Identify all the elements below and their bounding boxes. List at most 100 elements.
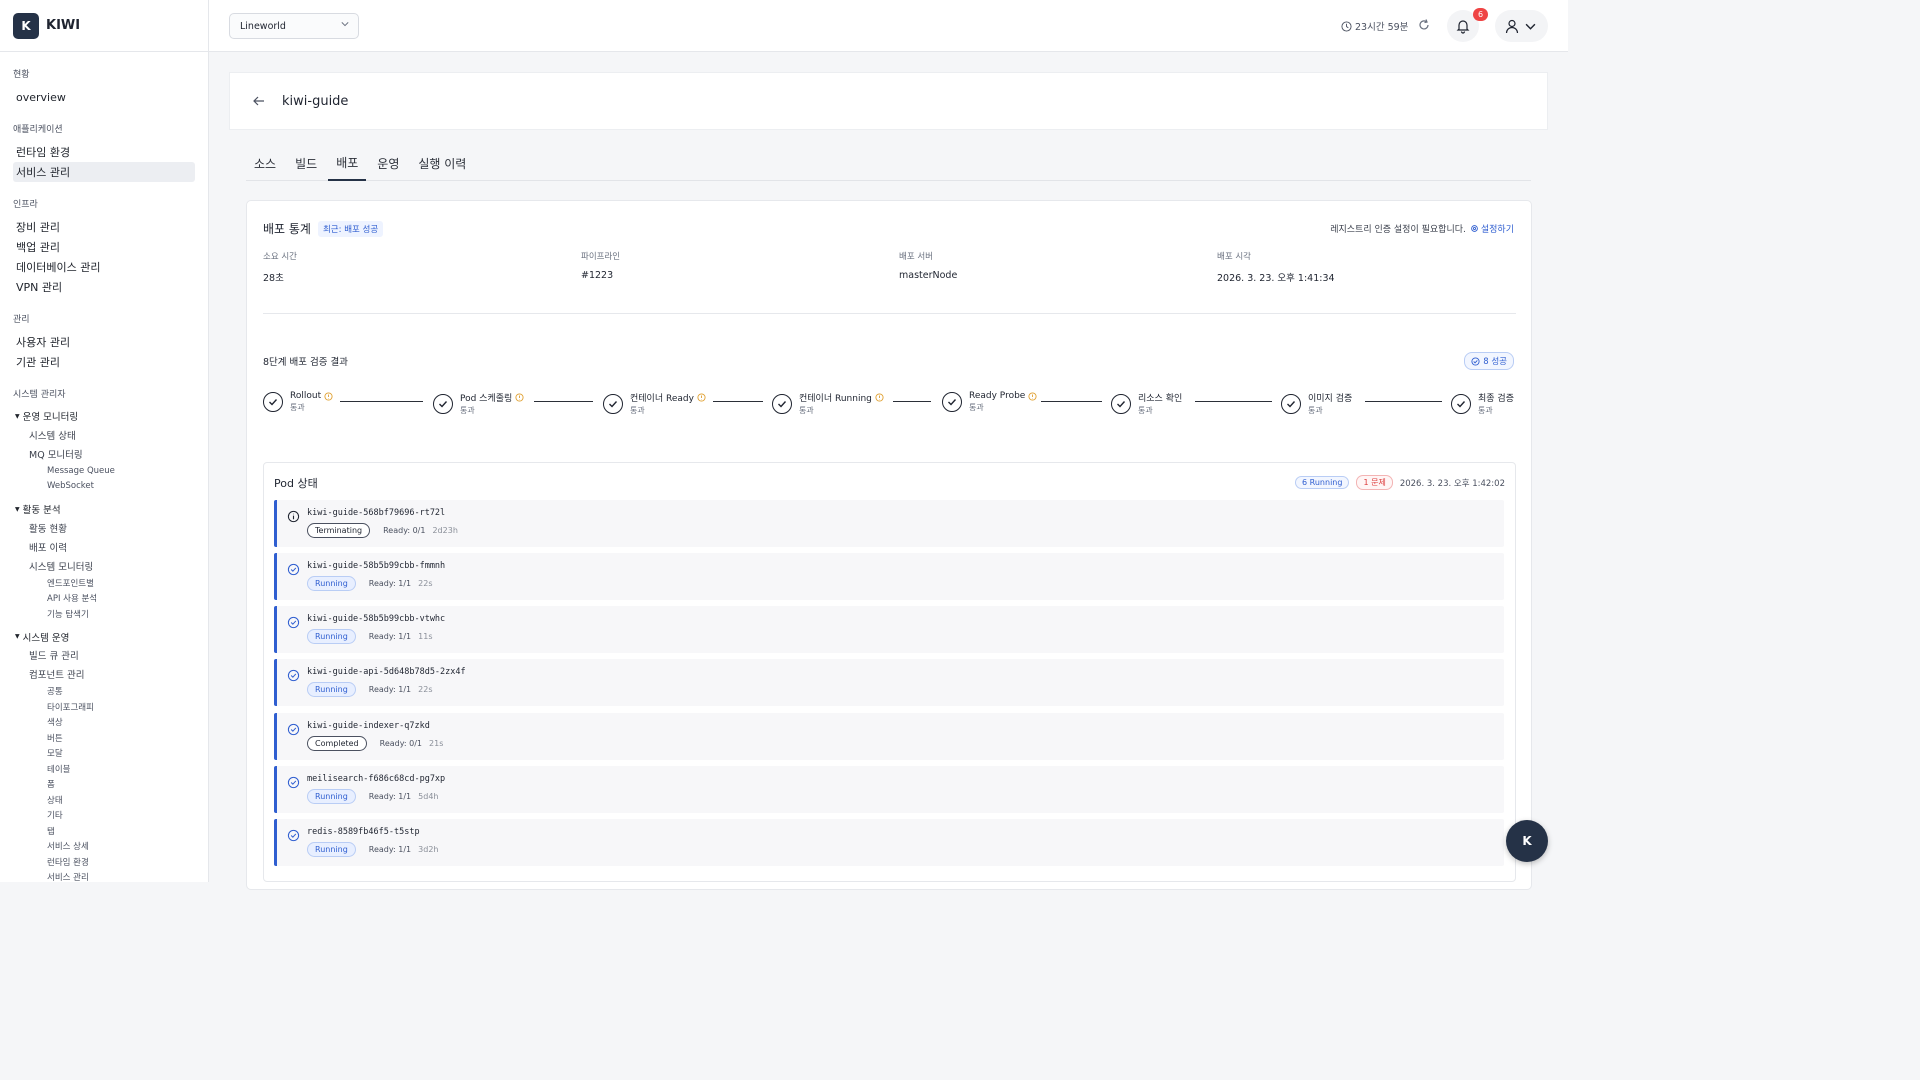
- warning-icon: [1028, 391, 1037, 401]
- sidebar-item-message-queue[interactable]: Message Queue: [0, 463, 208, 479]
- sidebar-item-backup[interactable]: 백업 관리: [13, 237, 195, 257]
- sidebar-item-component[interactable]: 공통: [0, 684, 208, 700]
- stat-deploy-server: 배포 서버 masterNode: [899, 250, 957, 281]
- stage-status: 통과: [290, 403, 305, 412]
- sidebar-section-system-ops[interactable]: ▼ 시스템 운영: [0, 628, 208, 646]
- brand[interactable]: K KIWI: [0, 0, 208, 52]
- sidebar-item-service-management[interactable]: 서비스 관리: [13, 162, 195, 182]
- recent-status-badge: 최근: 배포 성공: [317, 220, 384, 237]
- sidebar-item-component[interactable]: 기타: [0, 808, 208, 824]
- pod-ready: Ready: 1/1: [368, 685, 412, 694]
- sidebar-item-component[interactable]: 버튼: [0, 730, 208, 746]
- sidebar-item-websocket[interactable]: WebSocket: [0, 479, 208, 495]
- stage-status: 통과: [1138, 406, 1153, 415]
- page-header: kiwi-guide: [229, 72, 1548, 130]
- refresh-icon[interactable]: [1417, 18, 1431, 32]
- stage-connector: [1041, 401, 1102, 402]
- workspace-select[interactable]: Lineworld: [229, 13, 359, 39]
- stage-name: 리소스 확인: [1138, 391, 1182, 404]
- pod-row[interactable]: kiwi-guide-api-5d648b78d5-2zx4f Running …: [274, 659, 1504, 706]
- info-icon: [287, 510, 300, 523]
- stage-name: 이미지 검증: [1308, 391, 1352, 404]
- pod-row[interactable]: kiwi-guide-indexer-q7zkd Completed Ready…: [274, 713, 1504, 760]
- topbar: Lineworld 23시간 59분 6: [209, 0, 1568, 52]
- warning-icon: [697, 393, 706, 402]
- sidebar-item-deploy-history[interactable]: 배포 이력: [0, 537, 208, 556]
- session-time: 23시간 59분: [1355, 22, 1409, 33]
- stat-label: 파이프라인: [581, 252, 621, 262]
- pod-age: 22s: [418, 579, 433, 588]
- sidebar-item-vpn[interactable]: VPN 관리: [13, 277, 195, 297]
- stage-status: 통과: [630, 406, 645, 415]
- sidebar-item-component[interactable]: 색상: [0, 715, 208, 731]
- sidebar-item-mq-monitoring[interactable]: MQ 모니터링: [0, 444, 208, 463]
- sidebar-item-runtime[interactable]: 런타임 환경: [13, 142, 195, 162]
- pod-row[interactable]: kiwi-guide-568bf79696-rt72l Terminating …: [274, 500, 1504, 547]
- sidebar-item-organizations[interactable]: 기관 관리: [13, 352, 195, 372]
- user-icon: [1505, 19, 1519, 34]
- pod-age: 11s: [418, 632, 433, 641]
- check-circle-icon: [1471, 356, 1480, 366]
- stage-text: Ready Probe 통과: [969, 391, 1037, 413]
- pod-ready: Ready: 0/1: [379, 739, 423, 748]
- deploy-card: 배포 통계 최근: 배포 성공 레지스트리 인증 설정이 필요합니다. 설정하기…: [246, 200, 1532, 890]
- stat-value: masterNode: [899, 270, 958, 281]
- sidebar-item-per-endpoint[interactable]: 엔드포인트별: [0, 575, 208, 591]
- sidebar-item-component[interactable]: 테이블: [0, 761, 208, 777]
- stat-value: #1223: [581, 270, 614, 281]
- tab-deploy[interactable]: 배포: [328, 146, 367, 181]
- pod-meta: Completed Ready: 0/1 21s: [307, 736, 443, 751]
- sidebar-item-component-mgmt[interactable]: 컴포넌트 관리: [0, 665, 208, 684]
- stage-text: 컨테이너 Running 통과: [799, 391, 884, 416]
- sidebar-item-users[interactable]: 사용자 관리: [13, 332, 195, 352]
- sidebar-item-system-status[interactable]: 시스템 상태: [0, 425, 208, 444]
- stage-step: Ready Probe 통과: [942, 391, 1037, 413]
- sidebar-item-database[interactable]: 데이터베이스 관리: [13, 257, 195, 277]
- sidebar-item-equipment[interactable]: 장비 관리: [13, 217, 195, 237]
- sidebar-item-api-usage[interactable]: API 사용 분석: [0, 591, 208, 607]
- tab-source[interactable]: 소스: [246, 146, 284, 181]
- sidebar-item-component[interactable]: 타이포그래피: [0, 699, 208, 715]
- sidebar-item-overview[interactable]: overview: [13, 87, 195, 107]
- workspace-value: Lineworld: [240, 20, 286, 32]
- sidebar-section-activity-analysis[interactable]: ▼ 활동 분석: [0, 500, 208, 518]
- nav-group-title: 현황: [13, 70, 30, 80]
- check-circle-icon: [433, 393, 453, 414]
- stage-step: 컨테이너 Running 통과: [772, 391, 884, 416]
- stage-connector: [340, 401, 423, 402]
- sidebar-item-component[interactable]: 모달: [0, 746, 208, 762]
- pod-name: kiwi-guide-568bf79696-rt72l: [307, 508, 446, 518]
- pod-row[interactable]: kiwi-guide-58b5b99cbb-fmmnh Running Read…: [274, 553, 1504, 600]
- user-menu[interactable]: [1495, 10, 1548, 42]
- warning-icon: [875, 393, 884, 402]
- stage-connector: [713, 401, 763, 402]
- sidebar-item-feature-explorer[interactable]: 기능 탐색기: [0, 606, 208, 622]
- stat-label: 소요 시간: [263, 252, 297, 262]
- success-count: 8 성공: [1483, 357, 1507, 367]
- sidebar-section-ops-monitoring[interactable]: ▼ 운영 모니터링: [0, 407, 208, 425]
- sidebar-item-component[interactable]: 상태: [0, 792, 208, 808]
- registry-settings-link[interactable]: 설정하기: [1470, 222, 1514, 235]
- sidebar-item-system-monitoring[interactable]: 시스템 모니터링: [0, 556, 208, 575]
- tab-build[interactable]: 빌드: [287, 146, 325, 181]
- pod-status-card: Pod 상태 6 Running 1 문제 2026. 3. 23. 오후 1:…: [263, 462, 1516, 882]
- sidebar-item-build-queue[interactable]: 빌드 큐 관리: [0, 646, 208, 665]
- issue-count-badge: 1 문제: [1356, 475, 1393, 490]
- stages-title: 8단계 배포 검증 결과: [263, 357, 349, 368]
- pod-row[interactable]: redis-8589fb46f5-t5stp Running Ready: 1/…: [274, 819, 1504, 866]
- pod-row[interactable]: meilisearch-f686c68cd-pg7xp Running Read…: [274, 766, 1504, 813]
- stage-label: 리소스 확인: [1138, 394, 1183, 404]
- sidebar-item-component[interactable]: 서비스 상세: [0, 839, 208, 855]
- assistant-fab-button[interactable]: K: [1506, 820, 1548, 862]
- stage-name: Pod 스케줄링: [460, 391, 524, 404]
- pod-meta: Terminating Ready: 0/1 2d23h: [307, 523, 458, 538]
- pod-row[interactable]: kiwi-guide-58b5b99cbb-vtwhc Running Read…: [274, 606, 1504, 653]
- sidebar-item-component[interactable]: 폼: [0, 777, 208, 793]
- back-arrow-icon[interactable]: [252, 94, 266, 108]
- sidebar-item-component[interactable]: 서비스 관리: [0, 870, 208, 882]
- tab-run-history[interactable]: 실행 이력: [410, 146, 474, 181]
- sidebar-item-activity-status[interactable]: 활동 현황: [0, 518, 208, 537]
- sidebar-item-component[interactable]: 탭: [0, 823, 208, 839]
- tab-operations[interactable]: 운영: [369, 146, 407, 181]
- sidebar-item-component[interactable]: 런타임 환경: [0, 854, 208, 870]
